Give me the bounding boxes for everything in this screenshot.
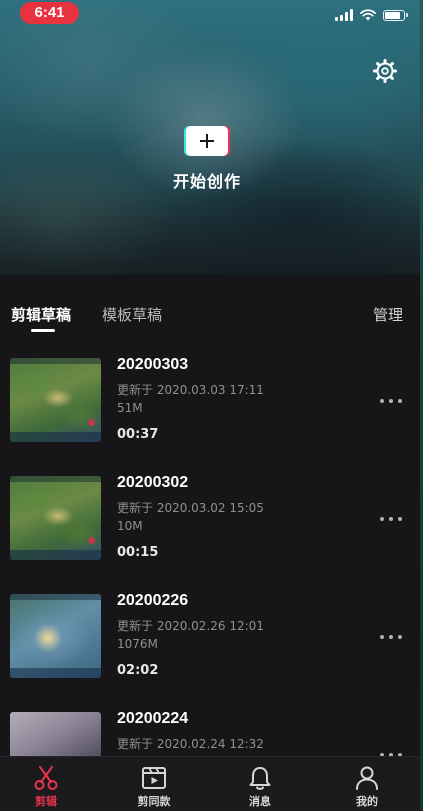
signal-icon xyxy=(335,9,353,21)
draft-item[interactable]: 20200224 更新于 2020.02.24 12:32 xyxy=(0,694,423,756)
gear-icon xyxy=(373,59,397,83)
draft-duration: 00:15 xyxy=(117,545,159,560)
hero-shade xyxy=(0,185,423,275)
tab-indicator xyxy=(31,329,55,332)
create-label[interactable]: 开始创作 xyxy=(150,168,264,192)
bell-icon xyxy=(249,767,271,790)
nav-label: 我的 xyxy=(356,795,378,808)
draft-updated: 更新于 2020.03.02 15:05 xyxy=(117,501,264,515)
draft-item[interactable]: 20200226 更新于 2020.02.26 12:01 1076M 02:0… xyxy=(0,576,423,678)
draft-thumbnail xyxy=(10,712,101,756)
wifi-icon xyxy=(360,9,376,21)
draft-title: 20200224 xyxy=(117,710,189,727)
more-icon[interactable] xyxy=(380,634,402,640)
more-icon[interactable] xyxy=(380,516,402,522)
draft-duration: 02:02 xyxy=(117,663,159,678)
draft-title: 20200226 xyxy=(117,592,189,609)
draft-tabs: 剪辑草稿 模板草稿 管理 xyxy=(0,275,423,335)
nav-item-edit[interactable]: 剪辑 xyxy=(6,757,86,811)
nav-item-profile[interactable]: 我的 xyxy=(327,757,407,811)
draft-size: 10M xyxy=(117,519,143,533)
more-icon[interactable] xyxy=(380,398,402,404)
battery-icon xyxy=(383,9,408,21)
draft-item[interactable]: 20200303 更新于 2020.03.03 17:11 51M 00:37 xyxy=(0,340,423,442)
draft-updated: 更新于 2020.02.24 12:32 xyxy=(117,737,264,751)
draft-title: 20200303 xyxy=(117,356,189,373)
tab-template-drafts[interactable]: 模板草稿 xyxy=(102,304,162,325)
draft-thumbnail xyxy=(10,594,101,678)
user-icon xyxy=(356,766,378,790)
clapperboard-icon xyxy=(142,767,166,789)
manage-button[interactable]: 管理 xyxy=(373,304,403,325)
draft-size: 51M xyxy=(117,401,143,415)
hero-banner: 6:41 开始创作 xyxy=(0,0,423,275)
status-icons xyxy=(335,8,408,22)
nav-item-messages[interactable]: 消息 xyxy=(220,757,300,811)
draft-title: 20200302 xyxy=(117,474,189,491)
scissors-icon xyxy=(34,766,58,790)
status-time: 6:41 xyxy=(20,2,79,24)
draft-list: 20200303 更新于 2020.03.03 17:11 51M 00:37 … xyxy=(0,340,423,756)
nav-label: 剪辑 xyxy=(35,795,57,808)
nav-label: 剪同款 xyxy=(137,795,171,808)
draft-duration: 00:37 xyxy=(117,427,159,442)
draft-thumbnail xyxy=(10,476,101,560)
create-button[interactable] xyxy=(186,126,228,156)
draft-size: 1076M xyxy=(117,637,158,651)
bottom-nav: 剪辑 剪同款 消息 我的 xyxy=(0,756,423,811)
nav-label: 消息 xyxy=(249,795,271,808)
settings-button[interactable] xyxy=(372,58,398,84)
draft-updated: 更新于 2020.03.03 17:11 xyxy=(117,383,264,397)
status-bar: 6:41 xyxy=(0,0,423,28)
nav-item-template[interactable]: 剪同款 xyxy=(114,757,194,811)
draft-updated: 更新于 2020.02.26 12:01 xyxy=(117,619,264,633)
tab-edit-drafts[interactable]: 剪辑草稿 xyxy=(11,304,71,325)
draft-item[interactable]: 20200302 更新于 2020.03.02 15:05 10M 00:15 xyxy=(0,458,423,560)
draft-thumbnail xyxy=(10,358,101,442)
